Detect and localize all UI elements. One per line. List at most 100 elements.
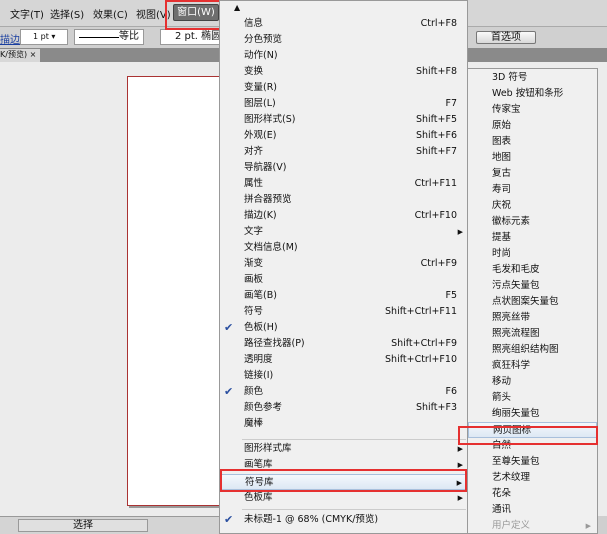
menu-item[interactable]: 选择(S) [50, 6, 84, 21]
submenu-item[interactable]: 用户定义 ▶ [468, 518, 597, 534]
submenu-item[interactable]: 移动 [468, 374, 597, 390]
menu-item[interactable]: 变换 Shift+F8 [220, 64, 467, 80]
highlight-box-symbol-library [220, 469, 467, 492]
submenu-item-label: 移动 [492, 376, 512, 387]
submenu-item[interactable]: 污点矢量包 [468, 278, 597, 294]
submenu-item[interactable]: 绚丽矢量包 [468, 406, 597, 422]
menu-item-label: 变量(R) [244, 82, 278, 93]
status-tool-select[interactable]: 选择 [18, 519, 148, 532]
menu-item[interactable]: 对齐 Shift+F7 [220, 144, 467, 160]
submenu-item-label: 提基 [492, 232, 512, 243]
menu-item[interactable]: 画板 [220, 272, 467, 288]
submenu-item-label: 绚丽矢量包 [492, 408, 540, 419]
menu-item-label: 符号 [244, 306, 264, 317]
menu-item[interactable]: 图形样式库 ▶ [220, 441, 467, 457]
profile-select[interactable]: 等比 [74, 29, 144, 45]
submenu-item-label: 照亮流程图 [492, 328, 540, 339]
scroll-up-icon[interactable]: ▲ [234, 3, 240, 12]
submenu-item-label: 照亮丝带 [492, 312, 531, 323]
menu-item[interactable]: 属性 Ctrl+F11 [220, 176, 467, 192]
submenu-item[interactable]: 艺术纹理 [468, 470, 597, 486]
shortcut: Shift+Ctrl+F9 [391, 338, 457, 349]
menu-item[interactable]: 外观(E) Shift+F6 [220, 128, 467, 144]
menu-item[interactable]: ✔ 未标题-1 @ 68% (CMYK/预览) [220, 512, 467, 528]
submenu-item[interactable]: 传家宝 [468, 102, 597, 118]
submenu-item[interactable]: 原始 [468, 118, 597, 134]
menu-item-label: 拼合器预览 [244, 194, 292, 205]
submenu-item[interactable]: 疯狂科学 [468, 358, 597, 374]
submenu-item[interactable]: 3D 符号 [468, 70, 597, 86]
menu-item[interactable]: 描边(K) Ctrl+F10 [220, 208, 467, 224]
menu-item-label: 信息 [244, 18, 264, 29]
submenu-item[interactable]: 地图 [468, 150, 597, 166]
menu-item[interactable]: 图形样式(S) Shift+F5 [220, 112, 467, 128]
menu-item[interactable]: 图层(L) F7 [220, 96, 467, 112]
menu-item-label: 动作(N) [244, 50, 278, 61]
shortcut: Ctrl+F10 [414, 210, 457, 221]
submenu-item[interactable]: Web 按钮和条形 [468, 86, 597, 102]
menu-item-label: 描边(K) [244, 210, 277, 221]
menu-item[interactable]: 效果(C) [93, 6, 128, 21]
submenu-item[interactable]: 箭头 [468, 390, 597, 406]
submenu-arrow-icon: ▶ [585, 522, 591, 530]
menu-item[interactable]: ✔ 色板(H) [220, 320, 467, 336]
submenu-item[interactable]: 通讯 [468, 502, 597, 518]
menu-item[interactable]: 链接(I) [220, 368, 467, 384]
menu-item[interactable]: 颜色参考 Shift+F3 [220, 400, 467, 416]
menu-item[interactable]: 色板库 ▶ [220, 490, 467, 506]
submenu-item-label: 原始 [492, 120, 512, 131]
tab-label: K/预览) [0, 50, 28, 59]
menu-item-label: 透明度 [244, 354, 273, 365]
preferences-button[interactable]: 首选项 [476, 31, 536, 44]
stroke-weight-field[interactable]: 1 pt ▾ [20, 29, 68, 45]
menu-item[interactable]: 文字 ▶ [220, 224, 467, 240]
document-tab[interactable]: K/预览) × [0, 49, 40, 62]
menu-item-label: 画笔(B) [244, 290, 277, 301]
submenu-item-label: 徽标元素 [492, 216, 531, 227]
menu-item-label: 路径查找器(P) [244, 338, 305, 349]
brush-select[interactable]: 2 pt. 椭圆形 [160, 29, 220, 45]
submenu-item[interactable]: 照亮流程图 [468, 326, 597, 342]
highlight-box-web-icons [458, 426, 598, 445]
submenu-item[interactable]: 图表 [468, 134, 597, 150]
submenu-item[interactable]: 时尚 [468, 246, 597, 262]
submenu-item[interactable]: 庆祝 [468, 198, 597, 214]
menu-item[interactable]: 信息 Ctrl+F8 [220, 16, 467, 32]
tab-close-icon[interactable]: × [30, 50, 37, 59]
menu-item[interactable]: 动作(N) [220, 48, 467, 64]
menu-item-label: 未标题-1 @ 68% (CMYK/预览) [244, 514, 379, 525]
menu-item[interactable]: 符号 Shift+Ctrl+F11 [220, 304, 467, 320]
check-icon: ✔ [224, 513, 234, 526]
submenu-arrow-icon: ▶ [457, 493, 463, 502]
shortcut: F7 [445, 98, 457, 109]
submenu-item[interactable]: 至尊矢量包 [468, 454, 597, 470]
menu-item[interactable]: 导航器(V) [220, 160, 467, 176]
window-menu: ▲ 信息 Ctrl+F8 分色预览动作(N) 变换 Shift+F8 变量(R) 图层(L)… [219, 0, 468, 534]
submenu-item[interactable]: 照亮组织结构图 [468, 342, 597, 358]
menu-item[interactable]: 文档信息(M) [220, 240, 467, 256]
menu-item[interactable]: 画笔(B) F5 [220, 288, 467, 304]
menu-item[interactable]: 渐变 Ctrl+F9 [220, 256, 467, 272]
menu-item[interactable]: 变量(R) [220, 80, 467, 96]
menu-item[interactable]: 分色预览 [220, 32, 467, 48]
menu-item[interactable]: 文字(T) [10, 6, 44, 21]
submenu-item[interactable]: 寿司 [468, 182, 597, 198]
submenu-item-label: 至尊矢量包 [492, 456, 540, 467]
submenu-item[interactable]: 点状图案矢量包 [468, 294, 597, 310]
artboard[interactable] [127, 76, 227, 506]
submenu-item[interactable]: 徽标元素 [468, 214, 597, 230]
submenu-item[interactable]: 复古 [468, 166, 597, 182]
submenu-item[interactable]: 花朵 [468, 486, 597, 502]
menu-item[interactable]: 透明度 Shift+Ctrl+F10 [220, 352, 467, 368]
menu-item[interactable]: 拼合器预览 [220, 192, 467, 208]
submenu-item-label: 庆祝 [492, 200, 512, 211]
menu-item[interactable]: 魔棒 [220, 416, 467, 432]
submenu-item[interactable]: 照亮丝带 [468, 310, 597, 326]
submenu-item[interactable]: 毛发和毛皮 [468, 262, 597, 278]
menu-item[interactable]: 路径查找器(P) Shift+Ctrl+F9 [220, 336, 467, 352]
menu-item[interactable]: ✔ 颜色 F6 [220, 384, 467, 400]
submenu-item[interactable]: 提基 [468, 230, 597, 246]
submenu-item-label: 点状图案矢量包 [492, 296, 559, 307]
menu-item-label: 分色预览 [244, 34, 283, 45]
submenu-item-label: 通讯 [492, 504, 512, 515]
